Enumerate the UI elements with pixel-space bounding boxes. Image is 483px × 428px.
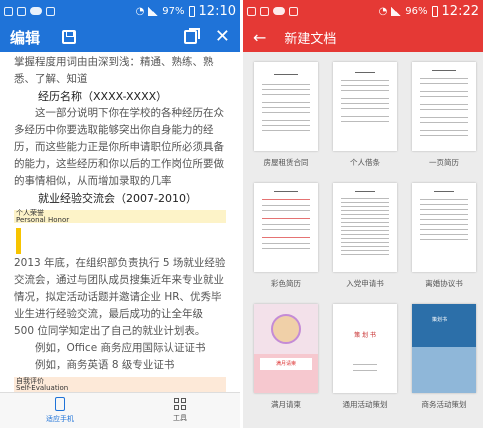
tab-label: 适应手机 — [46, 415, 74, 423]
doc-paragraph: 例如，商务英语 8 级专业证书 — [35, 359, 175, 371]
tab-fit-phone[interactable]: 适应手机 — [0, 393, 120, 428]
doc-paragraph: 掌握程度用词由由深到浅：精通、熟练、熟悉、了解、知道 — [14, 56, 214, 85]
doc-paragraph: 例如，Office 商务应用国际认证证书 — [35, 342, 206, 354]
template-grid: 房屋租赁合同 个人借条 一页简历 彩色简历 入党申请书 离婚协议书 满月请柬 满… — [243, 52, 483, 423]
doc-paragraph: 2013 年底，在组织部负责执行 5 场就业经验交流会，通过与团队成员搜集近年来… — [14, 257, 226, 337]
template-card[interactable]: 策 划 书 通用活动策划 — [327, 302, 403, 423]
phone-icon — [55, 397, 65, 411]
battery-percent: 96% — [405, 5, 428, 17]
template-label: 入党申请书 — [346, 279, 384, 288]
status-time: 12:22 — [441, 3, 479, 19]
biz-thumb-title: 策划书 — [432, 317, 448, 323]
doc-heading: 就业经验交流会（2007-2010） — [38, 192, 197, 205]
doc-heading: 经历名称（XXXX-XXXX） — [38, 90, 168, 103]
new-doc-toolbar: ← 新建文档 — [243, 22, 483, 52]
status-bar: ◔ 97% 12:10 — [0, 0, 240, 22]
battery-percent: 97% — [162, 5, 185, 17]
template-thumbnail — [333, 183, 397, 272]
template-card[interactable]: 彩色简历 — [248, 181, 324, 302]
template-thumbnail — [412, 62, 476, 151]
battery-icon — [431, 5, 438, 17]
honor-marker — [14, 225, 226, 255]
self-eval-section-header: 自我评价 Self-Evaluation — [14, 377, 226, 393]
invite-banner-text: 满月请柬 — [260, 358, 312, 370]
template-thumbnail: 满月请柬 — [254, 304, 318, 393]
close-icon[interactable]: ✕ — [215, 28, 230, 46]
signal-icon — [148, 6, 159, 16]
tab-tools[interactable]: 工具 — [120, 393, 240, 428]
plan-thumb-title: 策 划 书 — [354, 332, 376, 339]
template-label: 个人借条 — [350, 158, 380, 167]
template-label: 满月请柬 — [271, 400, 301, 409]
page-title: 新建文档 — [284, 31, 337, 47]
battery-icon — [188, 5, 195, 17]
template-label: 一页简历 — [429, 158, 459, 167]
signal-icon — [391, 6, 402, 16]
template-label: 房屋租赁合同 — [263, 158, 309, 167]
self-eval-label-en: Self-Evaluation — [16, 384, 69, 392]
template-label: 商务活动策划 — [421, 400, 467, 409]
right-screen: ◔ 96% 12:22 ← 新建文档 房屋租赁合同 个人借条 一页简历 彩色简历… — [243, 0, 483, 428]
status-bar: ◔ 96% 12:22 — [243, 0, 483, 22]
grid-icon — [174, 398, 186, 410]
template-label: 彩色简历 — [271, 279, 301, 288]
template-thumbnail — [412, 183, 476, 272]
honor-section-header: 个人荣誉 Personal Honor — [14, 210, 226, 224]
doc-paragraph: 这一部分说明下你在学校的各种经历在众多经历中你要选取能够突出你自身能力的经历，而… — [14, 107, 224, 187]
template-thumbnail — [254, 183, 318, 272]
template-card[interactable]: 个人借条 — [327, 60, 403, 181]
copy-icon[interactable] — [183, 28, 200, 44]
tab-label: 工具 — [173, 414, 187, 422]
left-screen: ◔ 97% 12:10 编辑 ✕ 掌握程度用词由由深到浅：精通、熟练、熟悉、了解… — [0, 0, 240, 428]
wifi-icon: ◔ — [378, 5, 388, 17]
template-card[interactable]: 策划书 商务活动策划 — [406, 302, 482, 423]
template-thumbnail: 策划书 — [412, 304, 476, 393]
template-thumbnail: 策 划 书 — [333, 304, 397, 393]
save-icon[interactable] — [62, 30, 77, 44]
template-label: 通用活动策划 — [342, 400, 388, 409]
honor-label-en: Personal Honor — [16, 216, 70, 224]
template-thumbnail — [333, 62, 397, 151]
notification-icons — [247, 6, 298, 16]
notification-icons — [4, 6, 55, 16]
template-card[interactable]: 房屋租赁合同 — [248, 60, 324, 181]
template-thumbnail — [254, 62, 318, 151]
template-card[interactable]: 一页简历 — [406, 60, 482, 181]
status-time: 12:10 — [198, 3, 236, 19]
wifi-icon: ◔ — [135, 5, 145, 17]
template-card[interactable]: 满月请柬 满月请柬 — [248, 302, 324, 423]
document-body[interactable]: 掌握程度用词由由深到浅：精通、熟练、熟悉、了解、知道 经历名称（XXXX-XXX… — [0, 52, 240, 393]
bottom-tab-bar: 适应手机 工具 — [0, 392, 240, 428]
template-card[interactable]: 入党申请书 — [327, 181, 403, 302]
back-arrow-icon[interactable]: ← — [253, 28, 266, 47]
editor-title: 编辑 — [10, 28, 41, 47]
editor-toolbar: 编辑 ✕ — [0, 22, 240, 52]
template-label: 离婚协议书 — [425, 279, 463, 288]
template-card[interactable]: 离婚协议书 — [406, 181, 482, 302]
